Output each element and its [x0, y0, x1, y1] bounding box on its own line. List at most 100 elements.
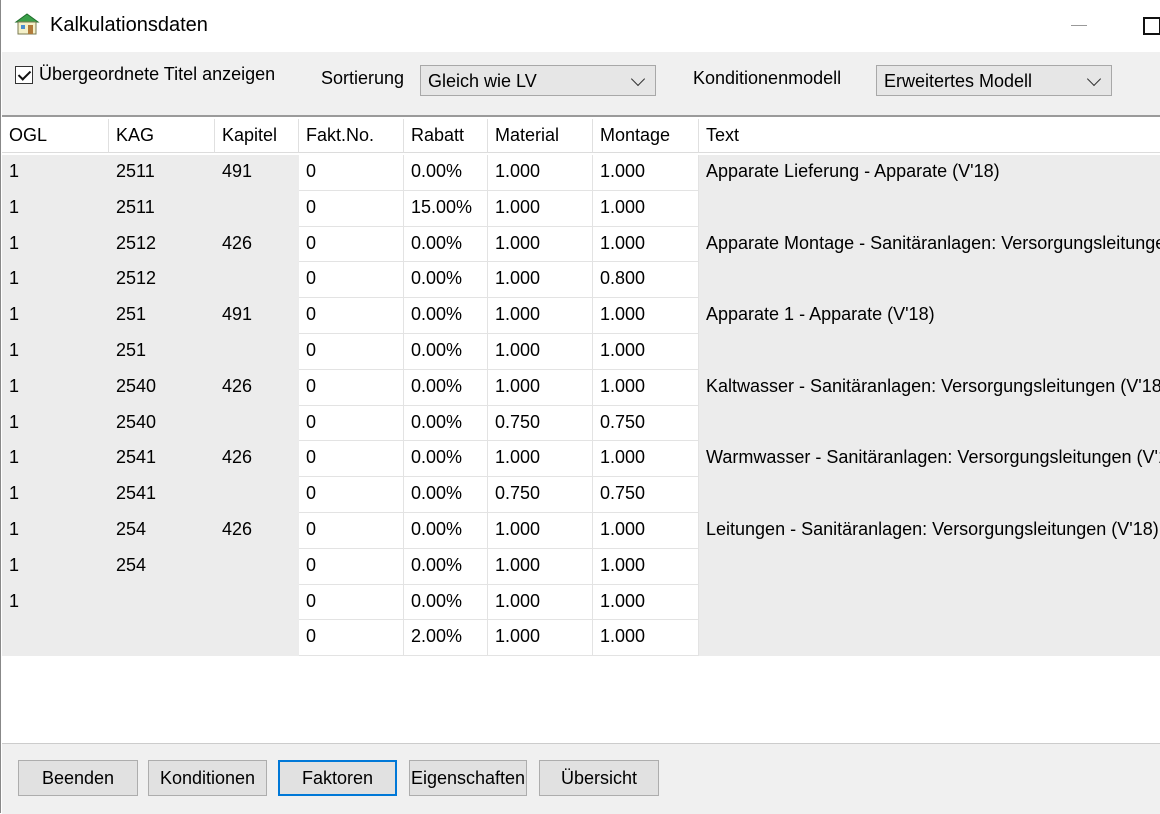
cell-kag[interactable]: 2511 [109, 190, 215, 227]
cell-fakt-no[interactable]: 0 [299, 226, 404, 263]
cell-ogl[interactable]: 1 [2, 548, 109, 585]
cell-text[interactable]: Apparate Montage - Sanitäranlagen: Verso… [699, 226, 1160, 263]
cell-montage[interactable]: 1.000 [593, 620, 699, 657]
cell-kag[interactable]: 254 [109, 548, 215, 585]
cell-fakt-no[interactable]: 0 [299, 405, 404, 442]
cell-montage[interactable]: 0.750 [593, 477, 699, 513]
cell-montage[interactable]: 0.750 [593, 405, 699, 442]
column-header-rabatt[interactable]: Rabatt [404, 119, 488, 153]
cell-kag[interactable]: 251 [109, 333, 215, 370]
cell-kapitel[interactable] [215, 405, 299, 442]
cell-kapitel[interactable] [215, 333, 299, 370]
cell-kag[interactable]: 2512 [109, 262, 215, 299]
cell-material[interactable]: 1.000 [488, 512, 593, 549]
cell-montage[interactable]: 1.000 [593, 190, 699, 227]
cell-kag[interactable]: 2540 [109, 405, 215, 442]
cell-montage[interactable]: 1.000 [593, 226, 699, 263]
cell-ogl[interactable]: 1 [2, 190, 109, 227]
cell-fakt-no[interactable]: 0 [299, 298, 404, 334]
cell-material[interactable]: 1.000 [488, 333, 593, 370]
cell-text[interactable] [699, 333, 1160, 370]
cell-kag[interactable]: 251 [109, 298, 215, 334]
cell-fakt-no[interactable]: 0 [299, 620, 404, 657]
cell-montage[interactable]: 1.000 [593, 441, 699, 478]
cell-fakt-no[interactable]: 0 [299, 155, 404, 191]
cell-material[interactable]: 1.000 [488, 441, 593, 478]
cell-text[interactable]: Leitungen - Sanitäranlagen: Versorgungsl… [699, 512, 1160, 549]
cell-material[interactable]: 1.000 [488, 226, 593, 263]
cell-ogl[interactable] [2, 620, 109, 657]
cell-text[interactable] [699, 584, 1160, 621]
cell-material[interactable]: 1.000 [488, 262, 593, 299]
column-header-text[interactable]: Text [699, 119, 1160, 153]
cell-material[interactable]: 1.000 [488, 298, 593, 334]
cell-rabatt[interactable]: 0.00% [404, 226, 488, 263]
cell-material[interactable]: 1.000 [488, 620, 593, 657]
factors-button[interactable]: Faktoren [278, 760, 397, 796]
cell-montage[interactable]: 1.000 [593, 584, 699, 621]
cell-fakt-no[interactable]: 0 [299, 190, 404, 227]
cell-kapitel[interactable] [215, 190, 299, 227]
cell-kag[interactable]: 2541 [109, 477, 215, 513]
table-row[interactable]: 1 2540 426 0 0.00% 1.000 1.000 Kaltwasser - San… [2, 369, 1160, 406]
cell-kapitel[interactable] [215, 477, 299, 513]
table-row[interactable]: 1 2540 0 0.00% 0.750 0.750 [2, 405, 1160, 442]
cell-material[interactable]: 0.750 [488, 477, 593, 513]
cell-ogl[interactable]: 1 [2, 333, 109, 370]
cell-rabatt[interactable]: 0.00% [404, 441, 488, 478]
cell-kapitel[interactable] [215, 548, 299, 585]
cell-fakt-no[interactable]: 0 [299, 584, 404, 621]
cell-ogl[interactable]: 1 [2, 369, 109, 406]
show-parent-titles-checkbox[interactable] [15, 65, 33, 84]
close-button[interactable]: Beenden [18, 760, 138, 796]
conditions-model-select[interactable]: Erweitertes Modell [876, 65, 1112, 96]
cell-kag[interactable] [109, 620, 215, 657]
table-row[interactable]: 1 2511 0 15.00% 1.000 1.000 [2, 190, 1160, 227]
cell-text[interactable] [699, 190, 1160, 227]
cell-material[interactable]: 1.000 [488, 155, 593, 191]
cell-rabatt[interactable]: 0.00% [404, 155, 488, 191]
cell-material[interactable]: 0.750 [488, 405, 593, 442]
cell-rabatt[interactable]: 2.00% [404, 620, 488, 657]
table-row[interactable]: 1 2512 0 0.00% 1.000 0.800 [2, 262, 1160, 299]
cell-text[interactable] [699, 262, 1160, 299]
cell-ogl[interactable]: 1 [2, 512, 109, 549]
cell-montage[interactable]: 1.000 [593, 298, 699, 334]
table-row[interactable]: 1 251 0 0.00% 1.000 1.000 [2, 333, 1160, 370]
maximize-button[interactable] [1131, 8, 1160, 42]
cell-fakt-no[interactable]: 0 [299, 477, 404, 513]
cell-rabatt[interactable]: 0.00% [404, 477, 488, 513]
cell-rabatt[interactable]: 0.00% [404, 548, 488, 585]
cell-fakt-no[interactable]: 0 [299, 369, 404, 406]
cell-kapitel[interactable]: 426 [215, 226, 299, 263]
cell-material[interactable]: 1.000 [488, 584, 593, 621]
cell-ogl[interactable]: 1 [2, 477, 109, 513]
cell-ogl[interactable]: 1 [2, 155, 109, 191]
cell-ogl[interactable]: 1 [2, 405, 109, 442]
cell-montage[interactable]: 1.000 [593, 155, 699, 191]
cell-kag[interactable]: 254 [109, 512, 215, 549]
conditions-button[interactable]: Konditionen [148, 760, 267, 796]
cell-kapitel[interactable]: 426 [215, 512, 299, 549]
cell-text[interactable] [699, 477, 1160, 513]
cell-text[interactable] [699, 405, 1160, 442]
table-row[interactable]: 1 2541 0 0.00% 0.750 0.750 [2, 477, 1160, 513]
cell-rabatt[interactable]: 0.00% [404, 333, 488, 370]
cell-kag[interactable]: 2511 [109, 155, 215, 191]
cell-fakt-no[interactable]: 0 [299, 441, 404, 478]
column-header-kapitel[interactable]: Kapitel [215, 119, 299, 153]
cell-ogl[interactable]: 1 [2, 584, 109, 621]
column-header-montage[interactable]: Montage [593, 119, 699, 153]
table-row[interactable]: 1 251 491 0 0.00% 1.000 1.000 Apparate 1 - Appa… [2, 298, 1160, 334]
cell-montage[interactable]: 1.000 [593, 333, 699, 370]
table-row[interactable]: 1 254 0 0.00% 1.000 1.000 [2, 548, 1160, 585]
cell-fakt-no[interactable]: 0 [299, 333, 404, 370]
cell-kapitel[interactable] [215, 620, 299, 657]
cell-kapitel[interactable]: 426 [215, 441, 299, 478]
cell-montage[interactable]: 1.000 [593, 512, 699, 549]
table-row[interactable]: 1 0 0.00% 1.000 1.000 [2, 584, 1160, 621]
cell-ogl[interactable]: 1 [2, 298, 109, 334]
cell-kag[interactable]: 2541 [109, 441, 215, 478]
column-header-material[interactable]: Material [488, 119, 593, 153]
cell-kag[interactable]: 2512 [109, 226, 215, 263]
